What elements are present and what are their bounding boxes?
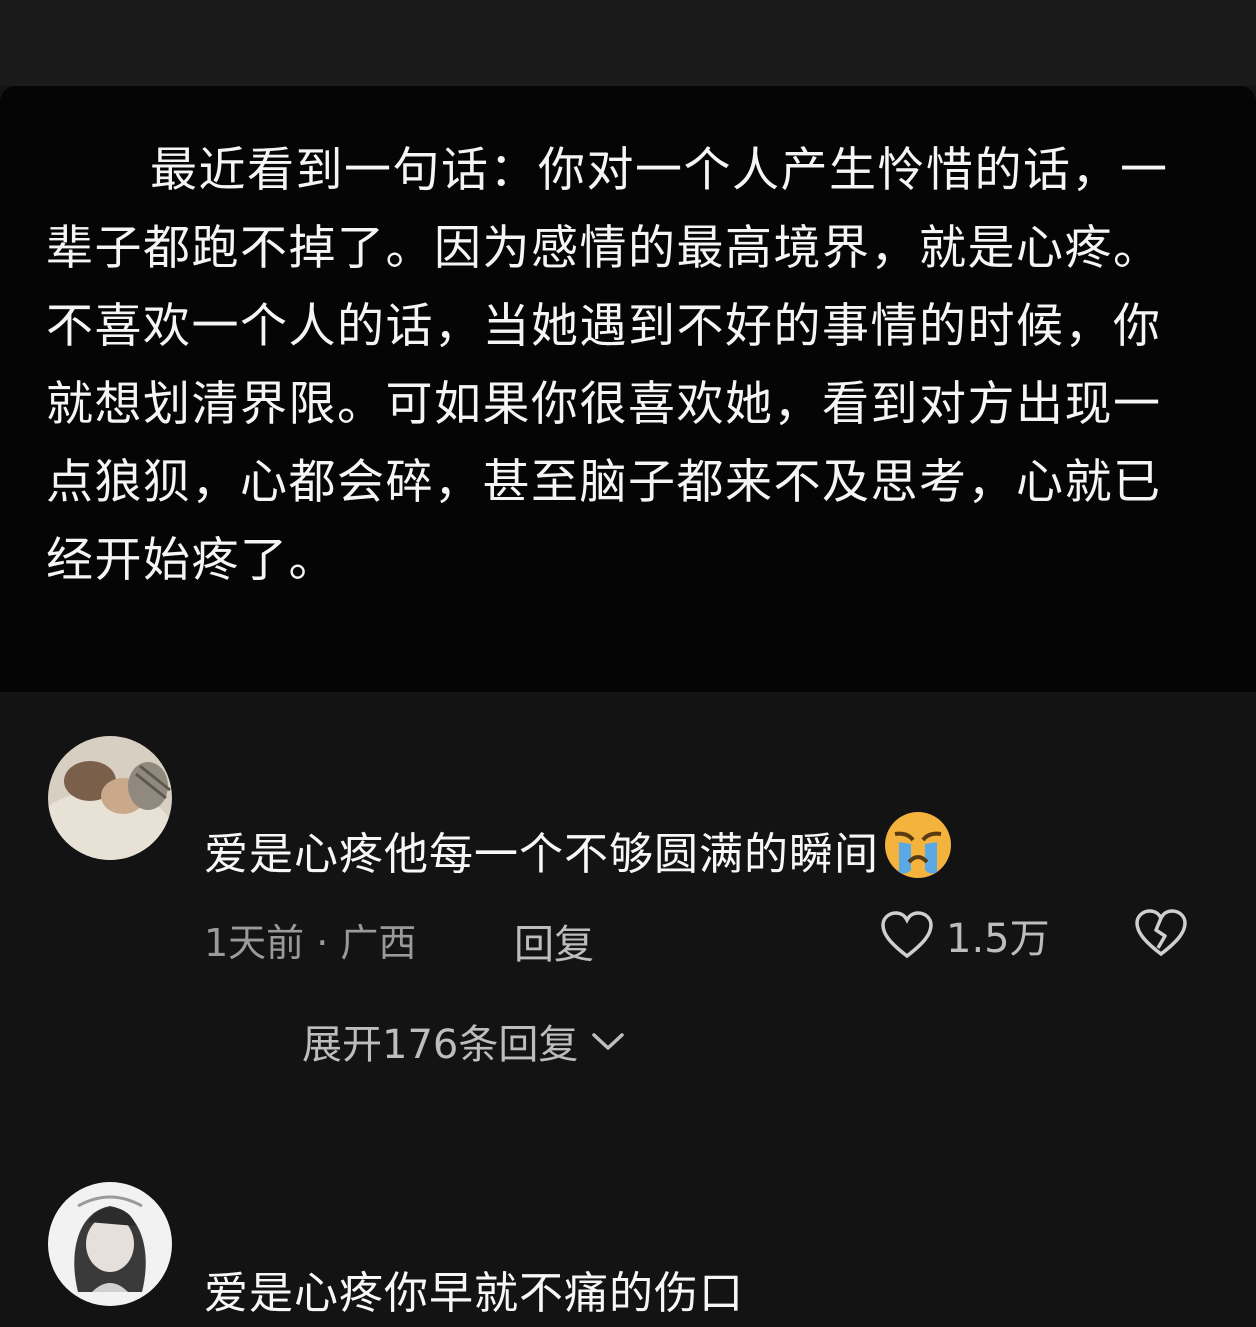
- expand-replies-label: 展开176条回复: [302, 1022, 579, 1068]
- comment-time-location: 1天前 · 广西: [204, 921, 417, 965]
- comment-text: 爱是心疼他每一个不够圆满的瞬间: [204, 812, 953, 896]
- comment-text: 爱是心疼你早就不痛的伤口: [204, 1268, 744, 1319]
- expand-replies-button[interactable]: 展开176条回复: [302, 1012, 626, 1070]
- comment-avatar[interactable]: [48, 736, 172, 860]
- chevron-down-icon: [592, 1033, 625, 1050]
- crying-face-emoji-icon: [883, 810, 953, 896]
- comment-avatar[interactable]: [48, 1182, 172, 1306]
- avatar-image: [48, 1182, 172, 1306]
- like-count: 1.5万: [946, 916, 1050, 962]
- heart-icon: [881, 911, 933, 959]
- comment-text-label: 爱是心疼他每一个不够圆满的瞬间: [204, 829, 879, 880]
- broken-heart-icon: [1135, 909, 1187, 957]
- comment-list: [0, 692, 1256, 1327]
- like-button[interactable]: 1.5万: [880, 906, 1050, 964]
- post-body-text: 最近看到一句话：你对一个人产生怜惜的话，一辈子都跑不掉了。因为感情的最高境界，就…: [46, 143, 1169, 588]
- avatar-image: [48, 736, 172, 860]
- dislike-button[interactable]: [1134, 908, 1188, 962]
- top-bar: [0, 0, 1256, 86]
- reply-button[interactable]: 回复: [514, 912, 594, 970]
